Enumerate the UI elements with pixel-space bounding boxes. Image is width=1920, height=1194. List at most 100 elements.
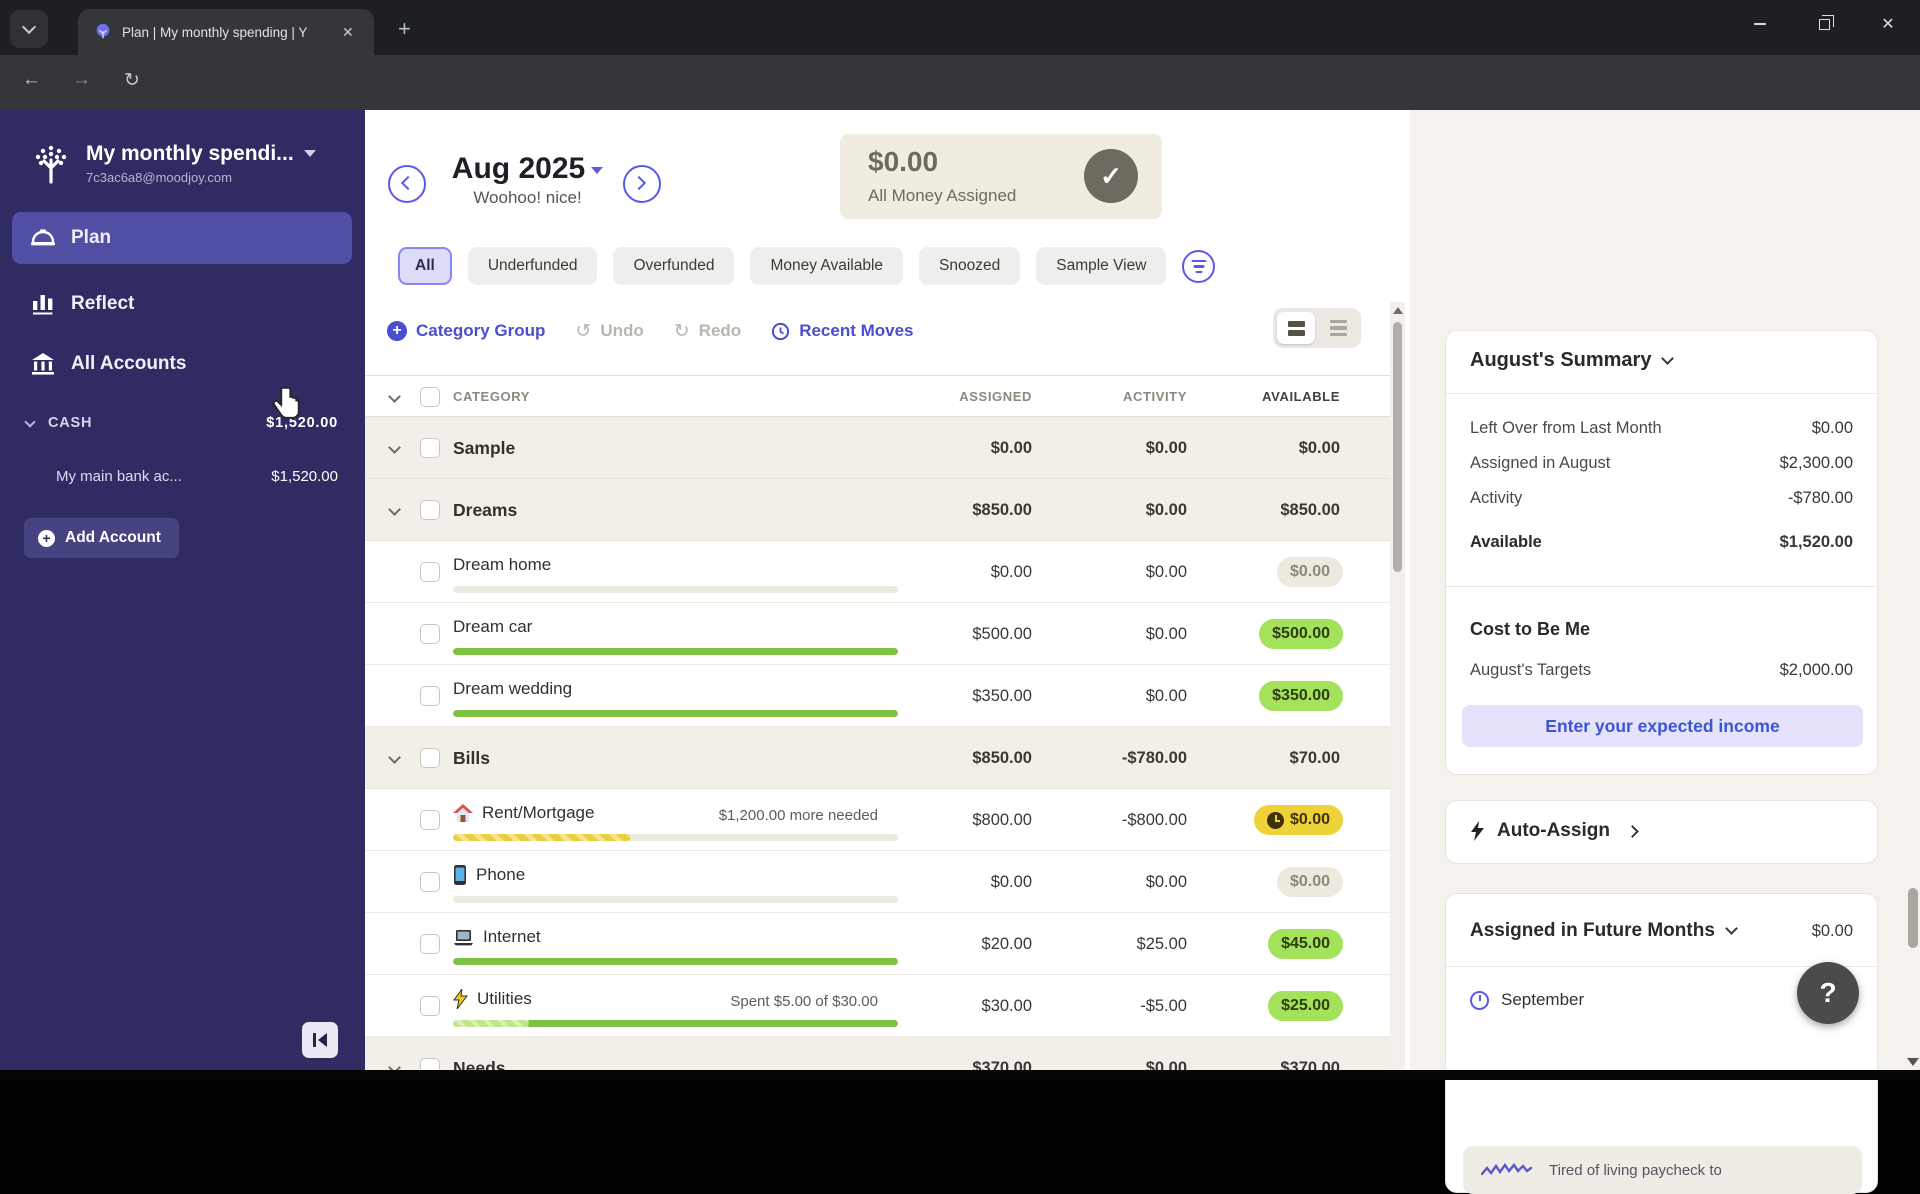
table-scrollbar[interactable] — [1390, 302, 1405, 1072]
forward-icon[interactable]: → — [72, 69, 91, 91]
row-checkbox[interactable] — [420, 872, 440, 892]
filter-chip-all[interactable]: All — [398, 247, 452, 285]
filter-chip-snoozed[interactable]: Snoozed — [919, 247, 1021, 285]
new-tab-button[interactable]: + — [398, 16, 411, 42]
help-button[interactable]: ? — [1797, 962, 1859, 1024]
category-row-phone[interactable]: Phone $0.00 $0.00 $0.00 — [365, 851, 1390, 913]
collapse-sidebar-button[interactable] — [302, 1022, 338, 1058]
summary-title[interactable]: August's Summary — [1470, 349, 1675, 372]
undo-button[interactable]: ↺ Undo — [575, 320, 643, 343]
tab-search-button[interactable] — [10, 10, 48, 48]
browser-tab[interactable]: Plan | My monthly spending | Y ✕ — [78, 9, 374, 55]
view-toggle-cards[interactable] — [1277, 312, 1315, 344]
sidebar-item-plan[interactable]: Plan — [12, 212, 352, 264]
reload-icon[interactable]: ↻ — [124, 69, 140, 92]
month-label: Aug 2025 — [451, 152, 586, 185]
row-checkbox[interactable] — [420, 996, 440, 1016]
collapse-all-chevron[interactable] — [388, 390, 401, 403]
auto-assign-card[interactable]: Auto-Assign — [1445, 800, 1878, 864]
category-row-dream-car[interactable]: Dream car $500.00 $0.00 $500.00 — [365, 603, 1390, 665]
recent-moves-button[interactable]: Recent Moves — [771, 321, 914, 341]
column-header-category[interactable]: CATEGORY — [453, 389, 530, 404]
account-item[interactable]: My main bank ac... $1,520.00 — [56, 468, 338, 485]
available-pill[interactable]: $45.00 — [1268, 929, 1343, 959]
available-pill[interactable]: $0.00 — [1253, 805, 1343, 835]
tab-close-icon[interactable]: ✕ — [342, 24, 354, 41]
cost-to-be-me-title: Cost to Be Me — [1470, 619, 1591, 639]
group-row-needs[interactable]: Needs $370.00 $0.00 $370.00 — [365, 1037, 1390, 1072]
account-amount: $1,520.00 — [271, 468, 338, 485]
group-row-bills[interactable]: Bills $850.00 -$780.00 $70.00 — [365, 727, 1390, 789]
progress-bar — [453, 710, 898, 717]
assigned-value[interactable]: $20.00 — [982, 913, 1032, 975]
chevron-down-icon[interactable] — [388, 751, 401, 764]
assigned-value[interactable]: $500.00 — [972, 603, 1032, 665]
available-pill[interactable]: $0.00 — [1276, 557, 1343, 587]
promo-teaser[interactable]: Tired of living paycheck to — [1463, 1146, 1862, 1194]
available-pill[interactable]: $0.00 — [1276, 867, 1343, 897]
progress-bar — [453, 834, 898, 841]
sidebar-item-label: Plan — [71, 227, 112, 248]
group-row-dreams[interactable]: Dreams $850.00 $0.00 $850.00 — [365, 479, 1390, 541]
filter-icon[interactable] — [1182, 249, 1216, 283]
available-pill[interactable]: $350.00 — [1259, 681, 1343, 711]
filter-chip-sample-view[interactable]: Sample View — [1036, 247, 1167, 285]
restore-button[interactable] — [1792, 0, 1856, 48]
redo-button[interactable]: ↻ Redo — [674, 320, 741, 343]
select-all-checkbox[interactable] — [420, 387, 440, 407]
filter-chip-underfunded[interactable]: Underfunded — [467, 247, 598, 285]
view-toggle-list[interactable] — [1319, 312, 1357, 344]
category-row-dream-wedding[interactable]: Dream wedding $350.00 $0.00 $350.00 — [365, 665, 1390, 727]
assigned-value[interactable]: $350.00 — [972, 665, 1032, 727]
available-pill[interactable]: $500.00 — [1259, 619, 1343, 649]
category-row-internet[interactable]: Internet $20.00 $25.00 $45.00 — [365, 913, 1390, 975]
scroll-up-arrow[interactable] — [1393, 307, 1403, 314]
assigned-value[interactable]: $0.00 — [991, 417, 1032, 479]
assigned-value[interactable]: $850.00 — [972, 727, 1032, 789]
row-checkbox[interactable] — [420, 748, 440, 768]
future-months-title[interactable]: Assigned in Future Months — [1470, 920, 1738, 942]
enter-expected-income-button[interactable]: Enter your expected income — [1462, 705, 1863, 747]
row-checkbox[interactable] — [420, 624, 440, 644]
sidebar-item-reflect[interactable]: Reflect — [12, 278, 352, 330]
assigned-value[interactable]: $0.00 — [991, 851, 1032, 913]
filter-chip-overfunded[interactable]: Overfunded — [613, 247, 735, 285]
future-month-row[interactable]: September — [1470, 990, 1584, 1010]
assigned-value[interactable]: $370.00 — [972, 1037, 1032, 1072]
assigned-value[interactable]: $30.00 — [982, 975, 1032, 1037]
close-button[interactable]: ✕ — [1856, 0, 1920, 48]
filter-chip-money-available[interactable]: Money Available — [750, 247, 904, 285]
panel-scrollbar-thumb[interactable] — [1908, 888, 1918, 948]
row-checkbox[interactable] — [420, 438, 440, 458]
chevron-down-icon[interactable] — [388, 503, 401, 516]
assigned-value[interactable]: $850.00 — [972, 479, 1032, 541]
minimize-button[interactable] — [1728, 0, 1792, 48]
assigned-value[interactable]: $800.00 — [972, 789, 1032, 851]
back-icon[interactable]: ← — [22, 69, 41, 91]
row-checkbox[interactable] — [420, 500, 440, 520]
scrollbar-thumb[interactable] — [1393, 322, 1402, 572]
column-header-activity[interactable]: ACTIVITY — [1123, 389, 1187, 404]
category-row-dream-home[interactable]: Dream home $0.00 $0.00 $0.00 — [365, 541, 1390, 603]
available-pill[interactable]: $25.00 — [1268, 991, 1343, 1021]
assigned-value[interactable]: $0.00 — [991, 541, 1032, 603]
month-header[interactable]: Aug 2025 Woohoo! nice! — [435, 152, 620, 208]
category-row-rent-mortgage[interactable]: Rent/Mortgage $1,200.00 more needed $800… — [365, 789, 1390, 851]
sidebar-item-all-accounts[interactable]: All Accounts — [12, 338, 352, 390]
column-header-assigned[interactable]: ASSIGNED — [959, 389, 1032, 404]
row-checkbox[interactable] — [420, 686, 440, 706]
group-row-sample[interactable]: Sample $0.00 $0.00 $0.00 — [365, 417, 1390, 479]
row-checkbox[interactable] — [420, 934, 440, 954]
budget-switcher[interactable]: My monthly spendi... 7c3ac6a8@moodjoy.co… — [30, 142, 316, 188]
category-row-utilities[interactable]: Utilities Spent $5.00 of $30.00 $30.00 -… — [365, 975, 1390, 1037]
scroll-down-arrow[interactable] — [1907, 1058, 1919, 1066]
add-account-button[interactable]: + Add Account — [24, 518, 179, 558]
row-checkbox[interactable] — [420, 562, 440, 582]
column-header-available[interactable]: AVAILABLE — [1262, 389, 1340, 404]
add-category-group-button[interactable]: + Category Group — [387, 321, 545, 341]
next-month-button[interactable] — [623, 165, 661, 203]
check-circle-icon: ✓ — [1084, 149, 1138, 203]
chevron-down-icon[interactable] — [388, 441, 401, 454]
row-checkbox[interactable] — [420, 810, 440, 830]
previous-month-button[interactable] — [388, 165, 426, 203]
